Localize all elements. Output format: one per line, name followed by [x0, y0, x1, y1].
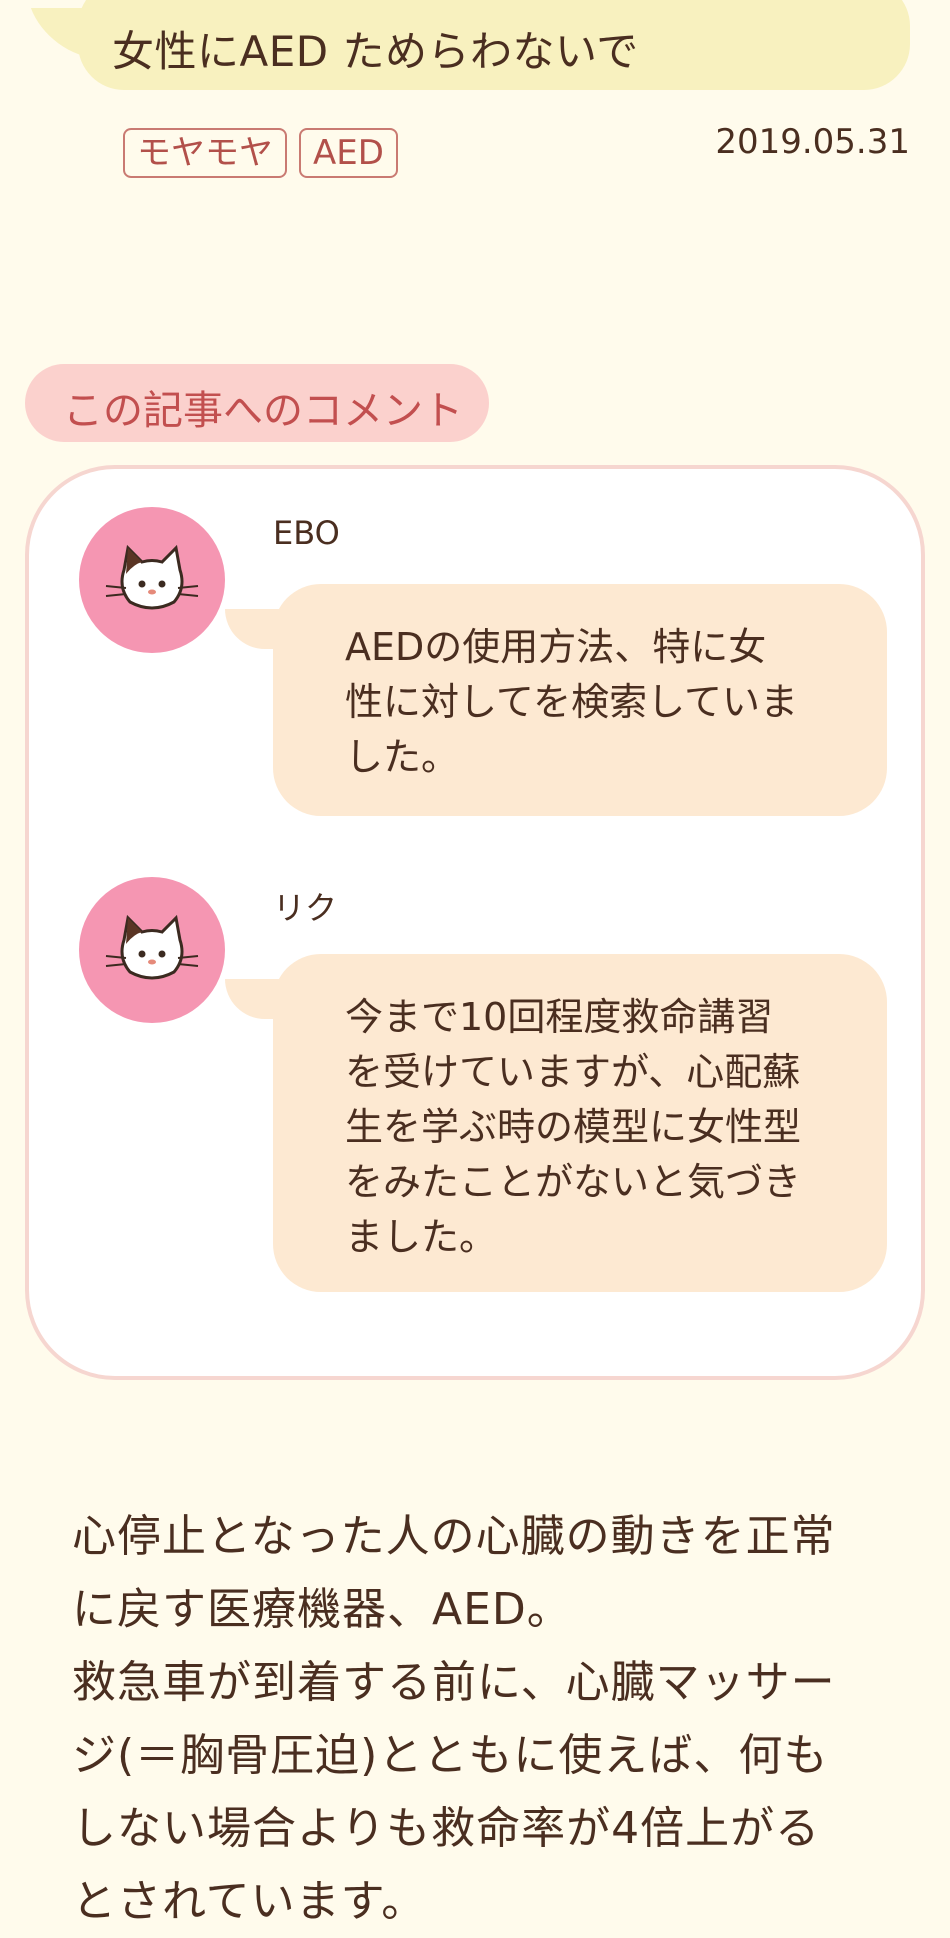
comment-line: AEDの使用方法、特に女 — [345, 625, 767, 669]
comment-line: ました。 — [345, 1215, 498, 1259]
body-line: 心停止となった人の心臓の動きを正常 — [72, 1511, 836, 1562]
comment-bubble: 今まで10回程度救命講習 を受けていますが、心配蘇 生を学ぶ時の模型に女性型 を… — [273, 954, 887, 1292]
comment-bubble: AEDの使用方法、特に女 性に対してを検索していま した。 — [273, 584, 887, 816]
body-line: しない場合よりも救命率が4倍上がる — [72, 1803, 821, 1854]
article-title-bubble: 女性にAED ためらわないで — [78, 0, 910, 90]
body-line: に戻す医療機器、AED。 — [72, 1584, 572, 1635]
cat-face-icon — [105, 914, 199, 980]
body-line: とされています。 — [72, 1876, 427, 1927]
article-body: 心停止となった人の心臓の動きを正常 に戻す医療機器、AED。 救急車が到着する前… — [72, 1500, 892, 1938]
body-line: 救急車が到着する前に、心臓マッサー — [72, 1657, 836, 1708]
article-date: 2019.05.31 — [715, 122, 910, 162]
comment-line: 生を学ぶ時の模型に女性型 — [345, 1105, 802, 1149]
comment-line: をみたことがないと気づき — [345, 1160, 802, 1204]
tag-aed[interactable]: AED — [299, 128, 398, 178]
article-title: 女性にAED ためらわないで — [112, 27, 639, 76]
body-line: ジ(＝胸骨圧迫)とともに使えば、何も — [72, 1730, 829, 1781]
comment-line: を受けていますが、心配蘇 — [345, 1050, 801, 1094]
avatar — [79, 877, 225, 1023]
cat-face-icon — [105, 544, 199, 610]
comment-username: EBO — [273, 514, 340, 552]
avatar — [79, 507, 225, 653]
comment-username: リク — [273, 889, 338, 927]
tag-moyamoya[interactable]: モヤモヤ — [123, 128, 287, 178]
tag-list: モヤモヤ AED — [123, 128, 398, 178]
comment-line: した。 — [345, 735, 460, 779]
comment-line: 性に対してを検索していま — [345, 680, 798, 724]
comments-panel: EBO AEDの使用方法、特に女 性に対してを検索していま した。 リク 今まで… — [25, 465, 925, 1380]
comments-heading: この記事へのコメント — [25, 364, 489, 442]
comment-line: 今まで10回程度救命講習 — [345, 995, 774, 1039]
